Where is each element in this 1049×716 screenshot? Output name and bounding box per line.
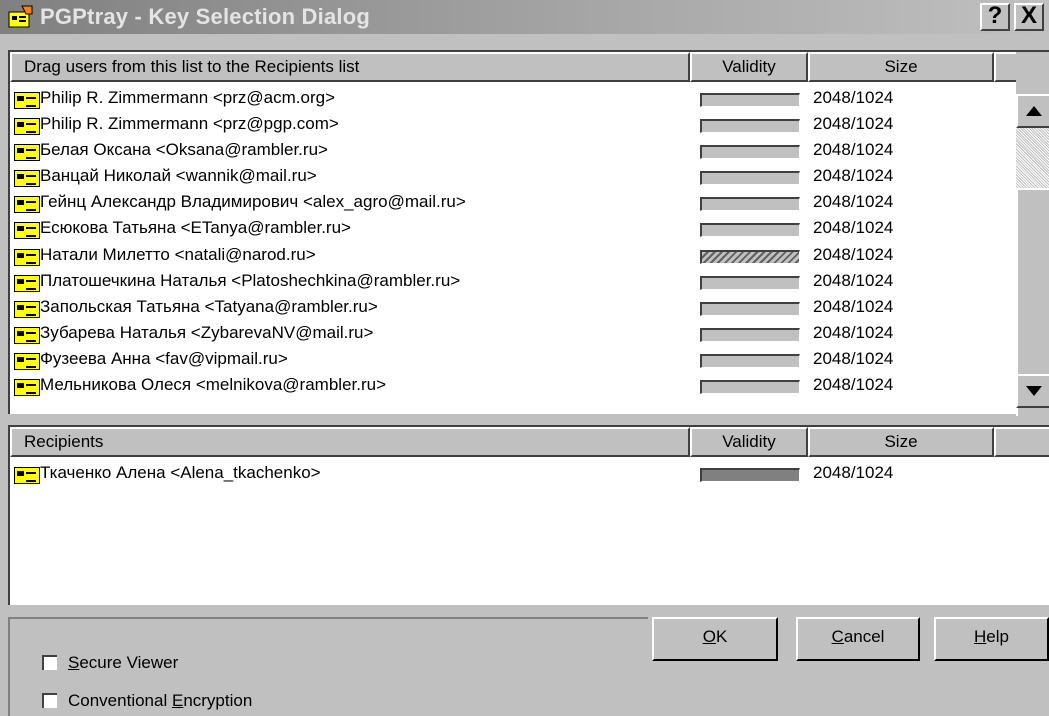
key-size: 2048/1024 (813, 218, 894, 238)
key-user-id: Платошечкина Наталья <Platoshechkina@ram… (40, 270, 461, 290)
recipients-header-validity[interactable]: Validity (690, 427, 808, 457)
validity-bar (700, 145, 800, 160)
validity-bar (700, 249, 800, 264)
secure-viewer-label: Secure Viewer (68, 653, 179, 672)
validity-bar (700, 353, 800, 368)
key-icon (14, 92, 40, 109)
list-item[interactable]: Белая Оксана <Oksana@rambler.ru> 2048/102… (10, 138, 1005, 164)
validity-bar (700, 93, 800, 107)
vertical-scrollbar[interactable] (1016, 52, 1049, 416)
key-user-id: Запольская Татьяна <Tatyana@rambler.ru> (40, 296, 378, 316)
key-icon (14, 196, 40, 214)
list-item[interactable]: Зубарева Наталья <ZybarevaNV@mail.ru> 204… (10, 321, 1005, 347)
validity-bar (700, 119, 800, 134)
validity-bar (700, 327, 800, 342)
key-size: 2048/1024 (813, 322, 894, 342)
ok-button[interactable]: OK (652, 617, 778, 661)
list-item[interactable]: Ткаченко Алена <Alena_tkachenko> 2048/102… (10, 461, 1005, 487)
column-header-validity[interactable]: Validity (690, 52, 808, 82)
validity-bar (700, 171, 800, 186)
source-rows: Philip R. Zimmermann <prz@acm.org> 2048/1… (10, 86, 1005, 399)
key-size: 2048/1024 (813, 244, 894, 264)
validity-bar (700, 223, 800, 238)
key-icon (14, 274, 40, 292)
key-user-id: Philip R. Zimmermann <prz@pgp.com> (40, 114, 339, 134)
list-item[interactable]: Запольская Татьяна <Tatyana@rambler.ru> 2… (10, 295, 1005, 321)
key-user-id: Фузеева Анна <fav@vipmail.ru> (40, 348, 288, 368)
column-header-size[interactable]: Size (808, 52, 994, 82)
list-item[interactable]: Philip R. Zimmermann <prz@acm.org> 2048/1… (10, 86, 1005, 112)
key-user-id: Philip R. Zimmermann <prz@acm.org> (40, 88, 336, 107)
title-bar[interactable]: PGPtray - Key Selection Dialog ? X (0, 0, 1049, 34)
help-title-button[interactable]: ? (980, 3, 1010, 31)
arrow-up-icon (1026, 106, 1042, 116)
close-button[interactable]: X (1014, 3, 1044, 31)
list-item[interactable]: Philip R. Zimmermann <prz@pgp.com> 2048/1… (10, 112, 1005, 138)
key-icon (14, 222, 40, 240)
cancel-button[interactable]: Cancel (796, 617, 920, 661)
validity-bar (700, 468, 800, 482)
key-icon (14, 467, 40, 484)
key-user-id: Мельникова Олеся <melnikova@rambler.ru> (40, 375, 387, 395)
key-size: 2048/1024 (813, 166, 894, 186)
key-user-id: Зубарева Наталья <ZybarevaNV@mail.ru> (40, 322, 374, 342)
list-item[interactable]: Платошечкина Наталья <Platoshechkina@ram… (10, 269, 1005, 295)
key-icon (14, 379, 40, 397)
scroll-up-button[interactable] (1016, 94, 1049, 128)
recipient-rows: Ткаченко Алена <Alena_tkachenko> 2048/102… (10, 461, 1005, 487)
key-size: 2048/1024 (813, 296, 894, 316)
list-item[interactable]: Мельникова Олеся <melnikova@rambler.ru> 2… (10, 373, 1005, 399)
key-size: 2048/1024 (813, 463, 894, 482)
list-item[interactable]: Гейнц Александр Владимирович <alex_agro@… (10, 190, 1005, 216)
column-header-name[interactable]: Drag users from this list to the Recipie… (10, 52, 690, 82)
list-item[interactable]: Фузеева Анна <fav@vipmail.ru> 2048/1024 (10, 347, 1005, 373)
conventional-encryption-label: Conventional Encryption (68, 691, 253, 710)
options-group: Secure Viewer Conventional Encryption (8, 617, 648, 716)
key-user-id: Натали Милетто <natali@narod.ru> (40, 244, 316, 264)
validity-bar (700, 197, 800, 212)
validity-bar (700, 275, 800, 290)
key-icon (14, 300, 40, 318)
key-size: 2048/1024 (813, 192, 894, 212)
conventional-encryption-checkbox[interactable] (42, 693, 57, 708)
key-icon (14, 248, 40, 266)
key-size: 2048/1024 (813, 140, 894, 160)
help-button[interactable]: Help (934, 617, 1049, 661)
key-size: 2048/1024 (813, 270, 894, 290)
list-item[interactable]: Натали Милетто <natali@narod.ru> 2048/102… (10, 243, 1005, 269)
recipients-header-name[interactable]: Recipients (10, 427, 690, 457)
key-icon (14, 118, 40, 136)
key-icon (14, 352, 40, 370)
key-icon (14, 170, 40, 188)
arrow-down-icon (1026, 386, 1042, 396)
key-user-id: Гейнц Александр Владимирович <alex_agro@… (40, 192, 466, 212)
recipients-header-size[interactable]: Size (808, 427, 994, 457)
key-size: 2048/1024 (813, 375, 894, 395)
list-item[interactable]: Есюкова Татьяна <ETanya@rambler.ru> 2048/… (10, 216, 1005, 242)
recipients-list[interactable]: Recipients Validity Size Ткаченко Алена … (8, 425, 1049, 605)
recipients-header-spacer (994, 427, 1049, 457)
key-icon (14, 144, 40, 162)
list-item[interactable]: Ванцай Николай <wannik@mail.ru> 2048/1024 (10, 164, 1005, 190)
key-user-id: Есюкова Татьяна <ETanya@rambler.ru> (40, 218, 351, 238)
scroll-thumb[interactable] (1016, 128, 1049, 188)
secure-viewer-checkbox[interactable] (42, 655, 57, 670)
scroll-down-button[interactable] (1016, 374, 1049, 408)
key-user-id: Ванцай Николай <wannik@mail.ru> (40, 166, 317, 186)
pgp-key-window-icon (8, 5, 33, 28)
source-key-list[interactable]: Drag users from this list to the Recipie… (8, 50, 1049, 416)
key-icon (14, 326, 40, 344)
validity-bar (700, 301, 800, 316)
validity-bar (700, 380, 800, 395)
key-size: 2048/1024 (813, 114, 894, 134)
key-user-id: Белая Оксана <Oksana@rambler.ru> (40, 140, 328, 160)
key-size: 2048/1024 (813, 88, 894, 107)
window-title: PGPtray - Key Selection Dialog (40, 4, 370, 29)
key-size: 2048/1024 (813, 348, 894, 368)
key-user-id: Ткаченко Алена <Alena_tkachenko> (40, 463, 321, 482)
